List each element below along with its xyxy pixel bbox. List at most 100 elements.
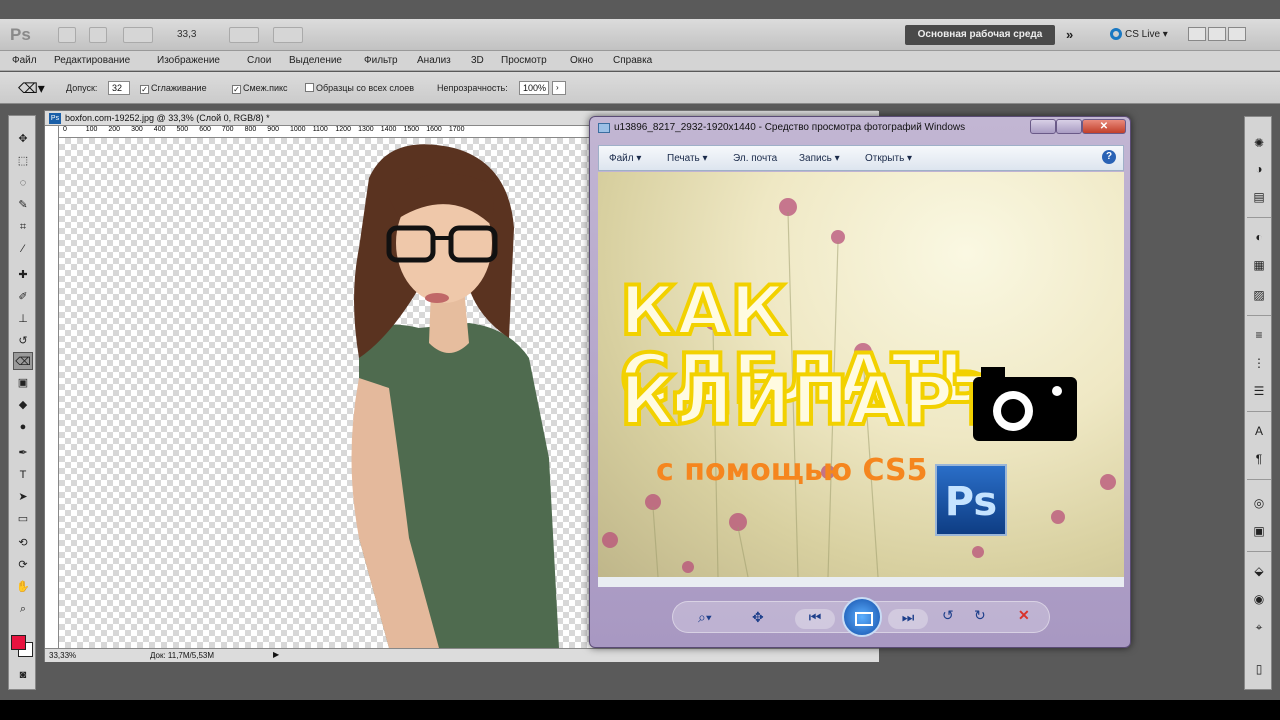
restore-button[interactable] (1208, 27, 1226, 41)
viewer-close-button[interactable]: ✕ (1082, 119, 1126, 134)
close-button[interactable] (1228, 27, 1246, 41)
menu-help[interactable]: Справка (613, 55, 652, 66)
clone-stamp-tool-icon[interactable]: ⊥ (13, 310, 33, 328)
3d-lights-panel-icon[interactable]: ◉ (1251, 591, 1267, 607)
brush-tool-icon[interactable]: ✐ (13, 288, 33, 306)
opacity-dropdown-button[interactable]: › (552, 81, 566, 95)
rotate-right-icon[interactable]: ↻ (974, 607, 986, 624)
notes-panel-icon[interactable]: ⌖ (1251, 619, 1267, 635)
photoshop-window: Ps 33,3 Основная рабочая среда » CS Live… (0, 0, 1280, 700)
lasso-tool-icon[interactable]: ◌ (13, 174, 33, 192)
quick-select-tool-icon[interactable]: ✎ (13, 196, 33, 214)
screen-mode-button[interactable] (273, 27, 303, 43)
viewer-menu-open[interactable]: Открыть ▾ (865, 153, 912, 164)
menu-layers[interactable]: Слои (247, 55, 271, 66)
paths-panel-icon[interactable]: ⋮ (1251, 355, 1267, 371)
viewer-maximize-button[interactable] (1056, 119, 1082, 134)
crop-tool-icon[interactable]: ⌗ (13, 218, 33, 236)
help-icon[interactable]: ? (1102, 150, 1116, 164)
view-extras-button[interactable] (123, 27, 153, 43)
3d-panel-icon[interactable]: ⬙ (1251, 563, 1267, 579)
ruler-tick-label: 1400 (380, 126, 397, 133)
3d-rotate-tool-icon[interactable]: ⟲ (13, 534, 33, 552)
path-select-tool-icon[interactable]: ➤ (13, 488, 33, 506)
color-panel-icon[interactable]: ✺ (1251, 135, 1267, 151)
minimize-button[interactable] (1188, 27, 1206, 41)
menu-select[interactable]: Выделение (289, 55, 342, 66)
antialias-checkbox[interactable]: ✓ Сглаживание (140, 83, 207, 94)
foreground-color-swatch[interactable] (11, 635, 26, 650)
tolerance-label: Допуск: (66, 83, 98, 93)
actual-size-icon[interactable]: ✥ (752, 609, 764, 626)
minibridge-button[interactable] (89, 27, 107, 43)
viewer-minimize-button[interactable] (1030, 119, 1056, 134)
vertical-ruler[interactable] (45, 126, 59, 648)
viewer-menu-burn[interactable]: Запись ▾ (799, 153, 840, 164)
status-bar: 33,33% Док: 11,7M/5,53M ▶ (45, 648, 879, 662)
viewer-menu-email[interactable]: Эл. почта (733, 153, 777, 164)
opacity-input[interactable]: 100% (519, 81, 549, 95)
layers-panel-icon[interactable]: ▨ (1251, 287, 1267, 303)
pen-tool-icon[interactable]: ✒ (13, 444, 33, 462)
check-icon: ✓ (140, 85, 149, 94)
previous-button[interactable]: ⏮ (795, 609, 835, 629)
status-menu-arrow-icon[interactable]: ▶ (273, 650, 279, 659)
menu-view[interactable]: Просмотр (501, 55, 547, 66)
application-bar: Ps 33,3 Основная рабочая среда » CS Live… (0, 19, 1280, 51)
gradient-tool-icon[interactable]: ▣ (13, 374, 33, 392)
masks-panel-icon[interactable]: ▦ (1251, 257, 1267, 273)
menu-file[interactable]: Файл (12, 55, 37, 66)
hand-tool-icon[interactable]: ✋ (13, 578, 33, 596)
zoom-tool-icon[interactable]: ⌕ (13, 600, 33, 618)
delete-icon[interactable]: ✕ (1018, 607, 1030, 624)
swatches-panel-icon[interactable]: ◑ (1251, 161, 1267, 177)
clone-source-panel-icon[interactable]: ◎ (1251, 495, 1267, 511)
blur-tool-icon[interactable]: ◆ (13, 396, 33, 414)
zoom-icon[interactable]: ⌕▾ (698, 609, 712, 626)
viewer-menu-print[interactable]: Печать ▾ (667, 153, 708, 164)
all-layers-checkbox[interactable]: Образцы со всех слоев (305, 83, 414, 93)
viewer-menu-file[interactable]: Файл ▾ (609, 153, 641, 164)
3d-orbit-tool-icon[interactable]: ⟳ (13, 556, 33, 574)
chevron-right-icon[interactable]: » (1066, 27, 1073, 42)
eyedropper-tool-icon[interactable]: ⁄ (13, 240, 33, 258)
workspace-switcher[interactable]: Основная рабочая среда (905, 25, 1055, 45)
quick-mask-icon[interactable]: ◙ (13, 666, 33, 684)
arrange-documents-button[interactable] (229, 27, 259, 43)
menu-image[interactable]: Изображение (157, 55, 220, 66)
menu-3d[interactable]: 3D (471, 55, 484, 66)
contiguous-checkbox[interactable]: ✓ Смеж.пикс (232, 83, 288, 94)
status-zoom[interactable]: 33,33% (49, 651, 76, 660)
eraser-tool-icon[interactable]: ⌫ (13, 352, 33, 370)
adjustments-panel-icon[interactable]: ◐ (1251, 229, 1267, 245)
menu-edit[interactable]: Редактирование (54, 55, 130, 66)
healing-brush-tool-icon[interactable]: ✚ (13, 266, 33, 284)
magic-eraser-icon[interactable]: ⌫▾ (18, 80, 45, 97)
cslive-button[interactable]: CS Live ▾ (1110, 28, 1168, 40)
paragraph-panel-icon[interactable]: ¶ (1251, 451, 1267, 467)
bridge-button[interactable] (58, 27, 76, 43)
actions-panel-icon[interactable]: ☰ (1251, 383, 1267, 399)
history-brush-tool-icon[interactable]: ↺ (13, 332, 33, 350)
viewer-menu-open-label: Открыть (865, 153, 905, 164)
menu-bar: Файл Редактирование Изображение Слои Выд… (0, 51, 1280, 71)
type-tool-icon[interactable]: T (13, 466, 33, 484)
menu-window[interactable]: Окно (570, 55, 593, 66)
menu-analysis[interactable]: Анализ (417, 55, 451, 66)
menu-filter[interactable]: Фильтр (364, 55, 398, 66)
info-panel-icon[interactable]: ▯ (1251, 661, 1267, 677)
next-button[interactable]: ⏭ (888, 609, 928, 629)
move-tool-icon[interactable]: ✥ (13, 130, 33, 148)
styles-panel-icon[interactable]: ▤ (1251, 189, 1267, 205)
zoom-level-select[interactable]: 33,3 (177, 29, 196, 40)
slideshow-button[interactable] (842, 597, 882, 637)
rotate-left-icon[interactable]: ↺ (942, 607, 954, 624)
marquee-tool-icon[interactable]: ⬚ (13, 152, 33, 170)
tolerance-input[interactable]: 32 (108, 81, 130, 95)
dodge-tool-icon[interactable]: ● (13, 418, 33, 436)
shape-tool-icon[interactable]: ▭ (13, 510, 33, 528)
channels-panel-icon[interactable]: ≡ (1251, 327, 1267, 343)
navigator-panel-icon[interactable]: ▣ (1251, 523, 1267, 539)
ruler-tick-label: 1100 (312, 126, 328, 133)
character-panel-icon[interactable]: A (1251, 423, 1267, 439)
